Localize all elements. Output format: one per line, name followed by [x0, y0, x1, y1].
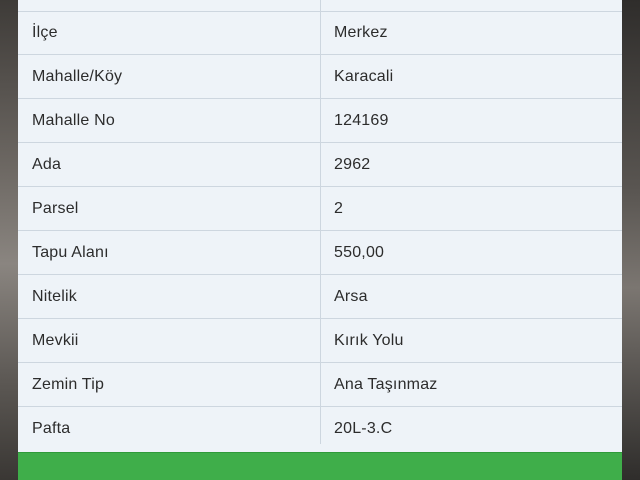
column-divider	[320, 55, 321, 99]
row-value: 2	[334, 200, 344, 217]
table-row-mahalle-koy: Mahalle/Köy Karacali	[18, 55, 622, 99]
row-value: 2962	[334, 156, 371, 173]
row-value: Arsa	[334, 288, 368, 305]
table-row-zemin-tip: Zemin Tip Ana Taşınmaz	[18, 363, 622, 407]
column-divider	[320, 319, 321, 363]
table-row-tapu-alani: Tapu Alanı 550,00	[18, 231, 622, 275]
row-label: Ada	[32, 156, 62, 173]
action-button[interactable]	[18, 452, 622, 480]
table-row-ilce: İlçe Merkez	[18, 11, 622, 55]
column-divider	[320, 11, 321, 55]
row-label: Zemin Tip	[32, 376, 105, 393]
row-value: Merkez	[334, 24, 388, 41]
row-label: Mevkii	[32, 332, 79, 349]
row-value: Kırık Yolu	[334, 332, 404, 349]
table-row-mevkii: Mevkii Kırık Yolu	[18, 319, 622, 363]
row-label: Nitelik	[32, 288, 77, 305]
card-bottom-padding	[18, 444, 622, 452]
column-divider	[320, 143, 321, 187]
background-left	[0, 0, 18, 480]
row-value: 124169	[334, 112, 389, 129]
row-label: İlçe	[32, 24, 58, 41]
table-row-mahalle-no: Mahalle No 124169	[18, 99, 622, 143]
table-row-nitelik: Nitelik Arsa	[18, 275, 622, 319]
column-divider	[320, 231, 321, 275]
row-label: Parsel	[32, 200, 79, 217]
column-divider	[320, 363, 321, 407]
column-divider	[320, 0, 321, 11]
parcel-info-card: İlçe Merkez Mahalle/Köy Karacali Mahalle…	[18, 0, 622, 480]
row-label: Mahalle/Köy	[32, 68, 123, 85]
background-right	[622, 0, 640, 480]
row-label: Tapu Alanı	[32, 244, 109, 261]
row-label: Mahalle No	[32, 112, 115, 129]
table-row-parsel: Parsel 2	[18, 187, 622, 231]
column-divider	[320, 99, 321, 143]
column-divider	[320, 275, 321, 319]
table-row-ada: Ada 2962	[18, 143, 622, 187]
row-value: 550,00	[334, 244, 385, 261]
row-value: Karacali	[334, 68, 394, 85]
row-value: Ana Taşınmaz	[334, 376, 438, 393]
column-divider	[320, 187, 321, 231]
